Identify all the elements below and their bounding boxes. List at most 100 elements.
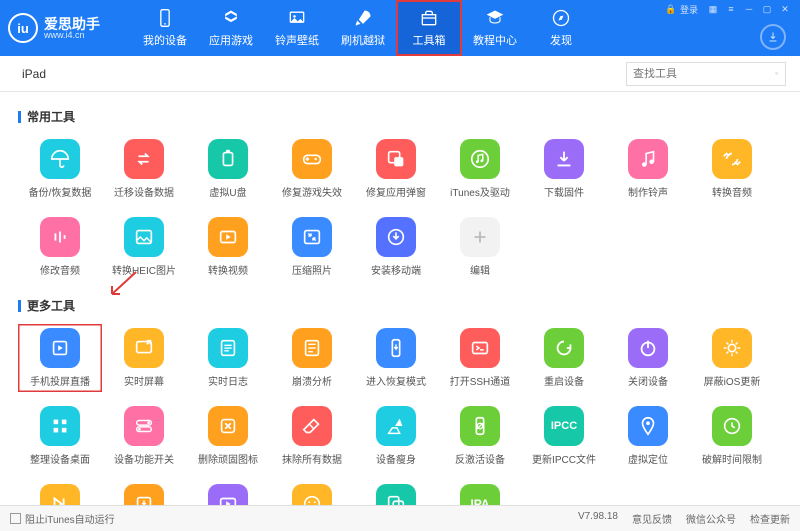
tool-ringtone[interactable]: 制作铃声 xyxy=(606,135,690,203)
wallpaper-icon xyxy=(287,8,307,28)
version-label: V7.98.18 xyxy=(578,511,618,526)
tool-skip-setup[interactable]: 跳过设置向导 xyxy=(18,480,102,505)
tool-dedupe-photo[interactable]: 图片去重 xyxy=(354,480,438,505)
player-icon xyxy=(217,493,239,505)
eraser-icon xyxy=(301,415,323,437)
tool-virtual-location[interactable]: 虚拟定位 xyxy=(606,402,690,470)
section-more-title: 更多工具 xyxy=(18,297,782,314)
logo[interactable]: iu 爱思助手 www.i4.cn xyxy=(8,13,132,43)
tool-organize-desktop[interactable]: 整理设备桌面 xyxy=(18,402,102,470)
tool-slim-device[interactable]: 设备瘦身 xyxy=(354,402,438,470)
location-icon xyxy=(637,415,659,437)
switch-icon xyxy=(133,415,155,437)
tool-edit-audio[interactable]: 修改音频 xyxy=(18,213,102,281)
tool-reboot[interactable]: 重启设备 xyxy=(522,324,606,392)
power-icon xyxy=(637,337,659,359)
tool-migrate[interactable]: 迁移设备数据 xyxy=(102,135,186,203)
header: iu 爱思助手 www.i4.cn 我的设备 应用游戏 铃声壁纸 刷机越狱 工具… xyxy=(0,0,800,56)
tool-install-mobile[interactable]: 安装移动端 xyxy=(354,213,438,281)
itunes-icon xyxy=(469,148,491,170)
tool-ipa-sign[interactable]: IPAIPA签名 xyxy=(438,480,522,505)
tool-erase-all[interactable]: 抹除所有数据 xyxy=(270,402,354,470)
nav-tutorials[interactable]: 教程中心 xyxy=(462,0,528,56)
nav-ringtones[interactable]: 铃声壁纸 xyxy=(264,0,330,56)
gamepad-icon xyxy=(301,148,323,170)
usb-icon xyxy=(217,148,239,170)
tool-convert-video[interactable]: 转换视频 xyxy=(186,213,270,281)
tool-feature-switch[interactable]: 设备功能开关 xyxy=(102,402,186,470)
tool-emoji-convert[interactable]: 表情转换 xyxy=(270,480,354,505)
tool-crack-time[interactable]: 破解时间限制 xyxy=(690,402,774,470)
log-icon xyxy=(217,337,239,359)
tool-virtual-usb[interactable]: 虚拟U盘 xyxy=(186,135,270,203)
download-button[interactable] xyxy=(760,24,786,50)
tool-crash-analysis[interactable]: 崩溃分析 xyxy=(270,324,354,392)
tool-player[interactable]: 爱思播放器 xyxy=(186,480,270,505)
tool-itunes[interactable]: iTunes及驱动 xyxy=(438,135,522,203)
delete-icon xyxy=(217,415,239,437)
compress-icon xyxy=(301,226,323,248)
block-itunes-checkbox[interactable] xyxy=(10,513,21,524)
tool-convert-audio[interactable]: 转换音频 xyxy=(690,135,774,203)
app-name: 爱思助手 xyxy=(44,17,100,31)
wechat-link[interactable]: 微信公众号 xyxy=(686,511,736,526)
tool-block-update[interactable]: 屏蔽iOS更新 xyxy=(690,324,774,392)
search-input[interactable] xyxy=(633,68,775,80)
tool-fix-popup[interactable]: 修复应用弹窗 xyxy=(354,135,438,203)
audio-convert-icon xyxy=(721,148,743,170)
tool-delete-stubborn[interactable]: 删除顽固图标 xyxy=(186,402,270,470)
tool-download-firmware[interactable]: 下载固件 xyxy=(522,135,606,203)
tool-deactivate[interactable]: 反激活设备 xyxy=(438,402,522,470)
close-icon[interactable]: ✕ xyxy=(776,2,794,16)
phone-icon xyxy=(155,8,175,28)
list-icon xyxy=(301,337,323,359)
more-tools-grid: 手机投屏直播 实时屏幕 实时日志 崩溃分析 进入恢复模式 打开SSH通道 重启设… xyxy=(18,324,782,505)
main-nav: 我的设备 应用游戏 铃声壁纸 刷机越狱 工具箱 教程中心 发现 xyxy=(132,0,594,56)
maximize-icon[interactable]: ▢ xyxy=(758,2,776,16)
login-link[interactable]: 登录 xyxy=(680,3,698,16)
tool-backup-boot[interactable]: 备份引导区数据 xyxy=(102,480,186,505)
emoji-icon xyxy=(301,493,323,505)
window-controls: 🔒 登录 ▦ ≡ ─ ▢ ✕ xyxy=(662,2,794,16)
device-tab[interactable]: iPad xyxy=(14,63,54,85)
recovery-icon xyxy=(385,337,407,359)
tool-fix-game[interactable]: 修复游戏失效 xyxy=(270,135,354,203)
block-itunes-label[interactable]: 阻止iTunes自动运行 xyxy=(25,511,115,526)
nav-discover[interactable]: 发现 xyxy=(528,0,594,56)
tool-heic[interactable]: 转换HEIC图片 xyxy=(102,213,186,281)
search-box[interactable] xyxy=(626,62,786,86)
tool-realtime-screen[interactable]: 实时屏幕 xyxy=(102,324,186,392)
nav-my-device[interactable]: 我的设备 xyxy=(132,0,198,56)
tool-screencast[interactable]: 手机投屏直播 xyxy=(18,324,102,392)
update-link[interactable]: 检查更新 xyxy=(750,511,790,526)
tool-edit-add[interactable]: 编辑 xyxy=(438,213,522,281)
tool-compress-photo[interactable]: 压缩照片 xyxy=(270,213,354,281)
compass-icon xyxy=(551,8,571,28)
lock-icon[interactable]: 🔒 xyxy=(662,2,680,16)
tool-ssh[interactable]: 打开SSH通道 xyxy=(438,324,522,392)
menu-icon[interactable]: ≡ xyxy=(722,2,740,16)
video-convert-icon xyxy=(217,226,239,248)
deactivate-icon xyxy=(469,415,491,437)
transfer-icon xyxy=(133,148,155,170)
app-url: www.i4.cn xyxy=(44,31,100,40)
umbrella-icon xyxy=(49,148,71,170)
nav-flash[interactable]: 刷机越狱 xyxy=(330,0,396,56)
skin-icon[interactable]: ▦ xyxy=(704,2,722,16)
plus-icon xyxy=(469,226,491,248)
tool-recovery-mode[interactable]: 进入恢复模式 xyxy=(354,324,438,392)
install-icon xyxy=(385,226,407,248)
tool-ipcc[interactable]: IPCC更新IPCC文件 xyxy=(522,402,606,470)
play-icon xyxy=(49,337,71,359)
feedback-link[interactable]: 意见反馈 xyxy=(632,511,672,526)
tool-realtime-log[interactable]: 实时日志 xyxy=(186,324,270,392)
apps-icon xyxy=(221,8,241,28)
common-tools-grid: 备份/恢复数据 迁移设备数据 虚拟U盘 修复游戏失效 修复应用弹窗 iTunes… xyxy=(18,135,782,291)
minimize-icon[interactable]: ─ xyxy=(740,2,758,16)
tool-backup-restore[interactable]: 备份/恢复数据 xyxy=(18,135,102,203)
nav-apps[interactable]: 应用游戏 xyxy=(198,0,264,56)
nav-toolbox[interactable]: 工具箱 xyxy=(396,0,462,56)
tool-shutdown[interactable]: 关闭设备 xyxy=(606,324,690,392)
graduation-icon xyxy=(485,8,505,28)
note-icon xyxy=(637,148,659,170)
